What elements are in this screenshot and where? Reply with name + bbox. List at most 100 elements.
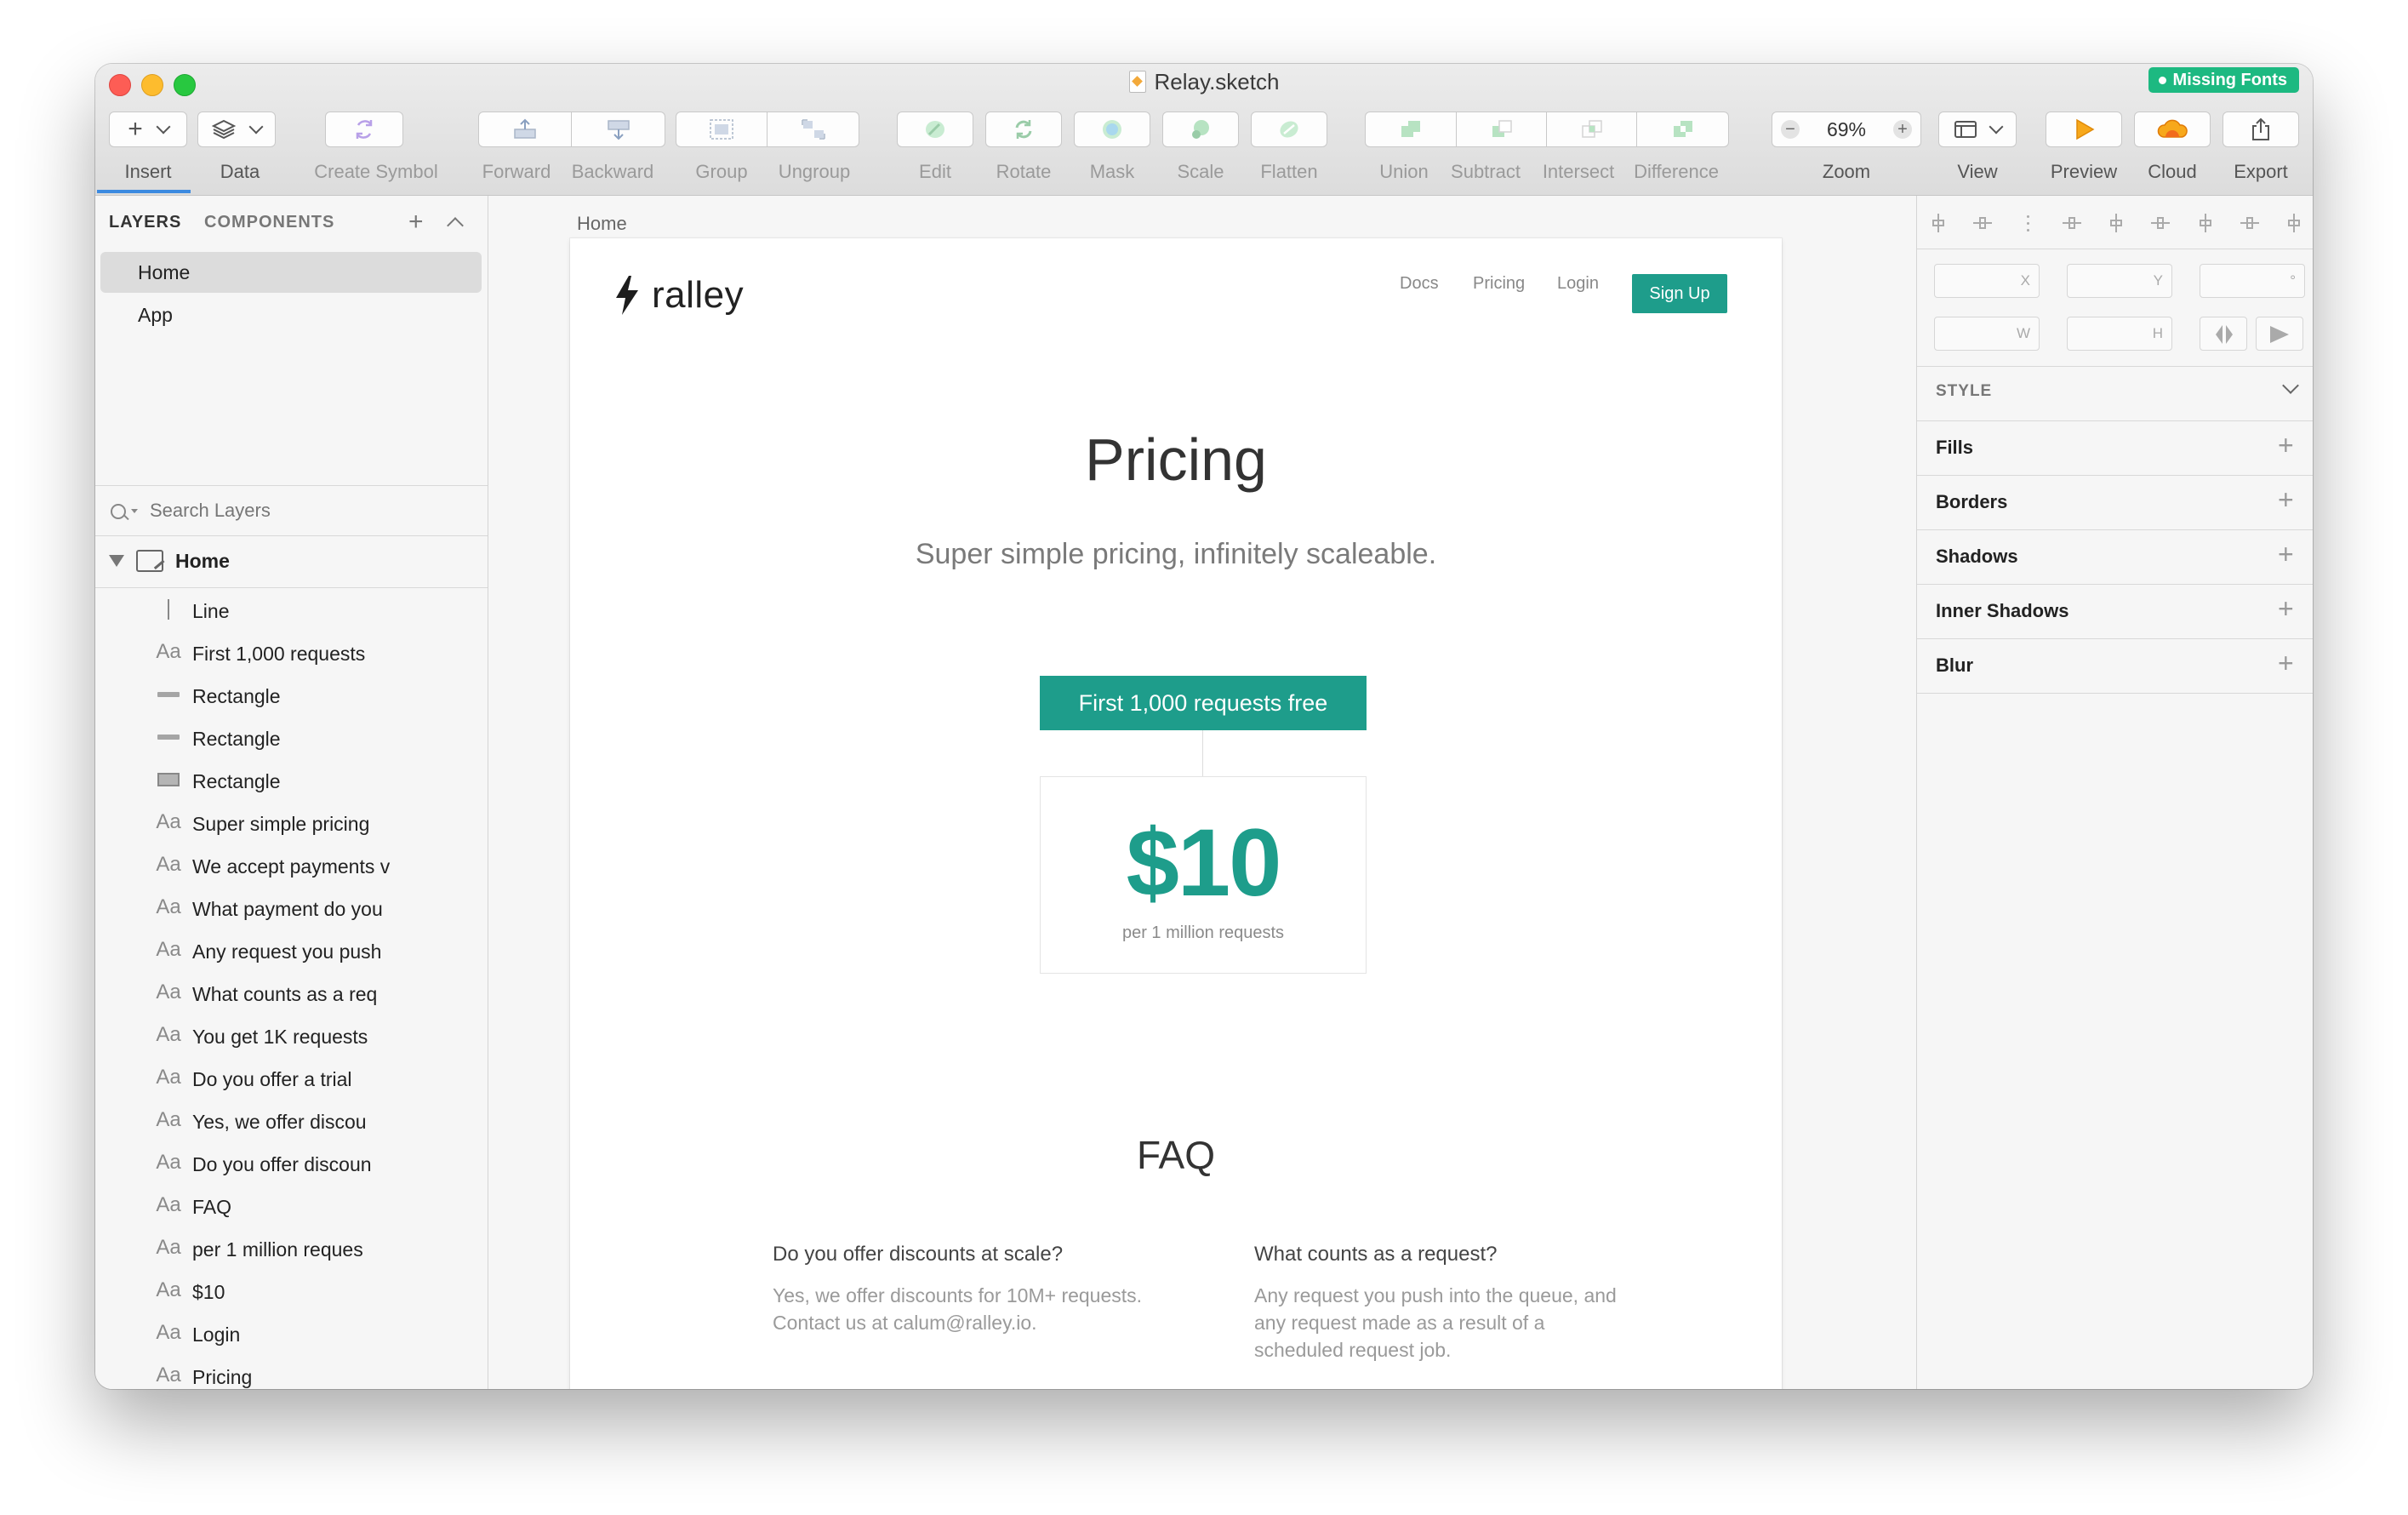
intersect-button[interactable] [1547, 111, 1637, 147]
mask-button[interactable] [1074, 111, 1150, 147]
free-requests-button[interactable]: First 1,000 requests free [1040, 676, 1367, 730]
page-item-app[interactable]: App [100, 294, 482, 335]
layer-row[interactable]: Rectangle [95, 675, 488, 717]
layer-row[interactable]: Line [95, 590, 488, 632]
cloud-group[interactable] [2134, 111, 2211, 149]
add-icon[interactable]: + [2278, 484, 2294, 516]
mask-group[interactable] [1074, 111, 1150, 149]
artboard-home[interactable]: ralley Docs Pricing Login Sign Up Pricin… [570, 238, 1782, 1389]
flip-horizontal-button[interactable] [2200, 317, 2247, 351]
faq-answer[interactable]: Any request you push into the queue, and… [1254, 1282, 1637, 1364]
preview-group[interactable] [2046, 111, 2122, 149]
zoom-field[interactable]: − 69% + [1772, 111, 1921, 147]
scale-group[interactable] [1162, 111, 1239, 149]
align-left-icon[interactable] [2062, 214, 2081, 232]
layer-row[interactable]: Aa What payment do you [95, 888, 488, 930]
style-row-inner-shadows[interactable]: Inner Shadows + [1917, 585, 2313, 639]
layer-row[interactable]: Aa Pricing [95, 1356, 488, 1389]
layer-row[interactable]: Aa Do you offer discoun [95, 1143, 488, 1186]
search-options-caret-icon[interactable] [131, 509, 138, 513]
page-title[interactable]: Pricing [570, 426, 1782, 494]
layer-row[interactable]: Aa Do you offer a trial [95, 1058, 488, 1101]
rotate-group[interactable] [985, 111, 1062, 149]
tab-layers[interactable]: LAYERS [109, 213, 181, 232]
width-field[interactable]: W [1934, 317, 2040, 351]
union-button[interactable] [1365, 111, 1457, 147]
search-layers-input[interactable] [148, 494, 475, 528]
view-dropdown[interactable] [1938, 111, 2017, 149]
ungroup-button[interactable] [767, 111, 859, 147]
layer-row[interactable]: Aa Any request you push [95, 930, 488, 973]
add-icon[interactable]: + [2278, 539, 2294, 570]
layer-row[interactable]: Aa per 1 million reques [95, 1228, 488, 1271]
align-right-icon[interactable] [2151, 214, 2171, 232]
export-group[interactable] [2223, 111, 2299, 149]
scale-button[interactable] [1162, 111, 1239, 147]
x-position-field[interactable]: X [1934, 264, 2040, 298]
difference-button[interactable] [1637, 111, 1729, 147]
style-row-borders[interactable]: Borders + [1917, 476, 2313, 530]
layer-row[interactable]: Rectangle [95, 717, 488, 760]
layer-row[interactable]: Rectangle [95, 760, 488, 803]
faq-question[interactable]: What counts as a request? [1254, 1243, 1498, 1266]
layer-row[interactable]: Aa What counts as a req [95, 973, 488, 1015]
insert-button[interactable]: + [109, 111, 187, 147]
faq-title[interactable]: FAQ [570, 1132, 1782, 1178]
disclosure-triangle-icon[interactable] [109, 555, 124, 567]
add-icon[interactable]: + [2278, 593, 2294, 625]
backward-button[interactable] [572, 111, 665, 147]
layer-row[interactable]: Aa FAQ [95, 1186, 488, 1228]
missing-fonts-badge[interactable]: Missing Fonts [2148, 67, 2299, 93]
distribute-vertical-icon[interactable] [1973, 214, 1993, 232]
page-item-home[interactable]: Home [100, 252, 482, 293]
subtract-button[interactable] [1457, 111, 1547, 147]
site-brand[interactable]: ralley [614, 274, 744, 317]
layer-row[interactable]: Aa Login [95, 1313, 488, 1356]
align-center-horizontal-icon[interactable] [2107, 214, 2126, 232]
tab-components[interactable]: COMPONENTS [204, 213, 334, 232]
layer-row[interactable]: Aa We accept payments v [95, 845, 488, 888]
nav-link-pricing[interactable]: Pricing [1473, 274, 1525, 294]
add-page-button[interactable]: + [408, 208, 424, 237]
preview-button[interactable] [2046, 111, 2122, 147]
style-row-shadows[interactable]: Shadows + [1917, 530, 2313, 585]
design-canvas[interactable]: Home ralley Docs Pricing Login Sign Up P… [488, 196, 1916, 1389]
layer-row[interactable]: Aa First 1,000 requests [95, 632, 488, 675]
page-subtitle[interactable]: Super simple pricing, infinitely scaleab… [570, 538, 1782, 571]
artboard-layer-home[interactable]: Home [95, 536, 488, 587]
rotation-field[interactable]: ° [2200, 264, 2305, 298]
distribute-horizontal-icon[interactable] [1929, 214, 1948, 232]
style-row-fills[interactable]: Fills + [1917, 421, 2313, 476]
artboard-title[interactable]: Home [577, 213, 627, 235]
forward-button[interactable] [478, 111, 572, 147]
layer-row[interactable]: Aa $10 [95, 1271, 488, 1313]
style-row-blur[interactable]: Blur + [1917, 639, 2313, 694]
edit-button[interactable] [897, 111, 973, 147]
nav-link-docs[interactable]: Docs [1400, 274, 1439, 294]
layer-row[interactable]: Aa Super simple pricing [95, 803, 488, 845]
flip-vertical-button[interactable] [2256, 317, 2303, 351]
layer-row[interactable]: Aa Yes, we offer discou [95, 1101, 488, 1143]
signup-button[interactable]: Sign Up [1632, 274, 1727, 313]
zoom-in-button[interactable]: + [1892, 120, 1912, 139]
create-symbol-group[interactable] [325, 111, 403, 149]
edit-group[interactable] [897, 111, 973, 149]
flatten-button[interactable] [1251, 111, 1327, 147]
data-button[interactable] [197, 111, 276, 147]
collapse-pages-icon[interactable] [447, 217, 464, 234]
chevron-down-icon[interactable] [2282, 377, 2299, 394]
view-button[interactable] [1938, 111, 2017, 147]
align-top-icon[interactable] [2196, 214, 2215, 232]
more-options-icon[interactable] [2018, 214, 2037, 232]
nav-link-login[interactable]: Login [1557, 274, 1599, 294]
price-card[interactable]: $10 per 1 million requests [1040, 776, 1367, 974]
rotate-button[interactable] [985, 111, 1062, 147]
create-symbol-button[interactable] [325, 111, 403, 147]
insert-dropdown[interactable]: + [109, 111, 187, 149]
align-middle-icon[interactable] [2240, 214, 2259, 232]
align-bottom-icon[interactable] [2285, 214, 2303, 232]
faq-answer[interactable]: Yes, we offer discounts for 10M+ request… [773, 1282, 1155, 1336]
group-button[interactable] [676, 111, 767, 147]
flatten-group[interactable] [1251, 111, 1327, 149]
height-field[interactable]: H [2067, 317, 2172, 351]
